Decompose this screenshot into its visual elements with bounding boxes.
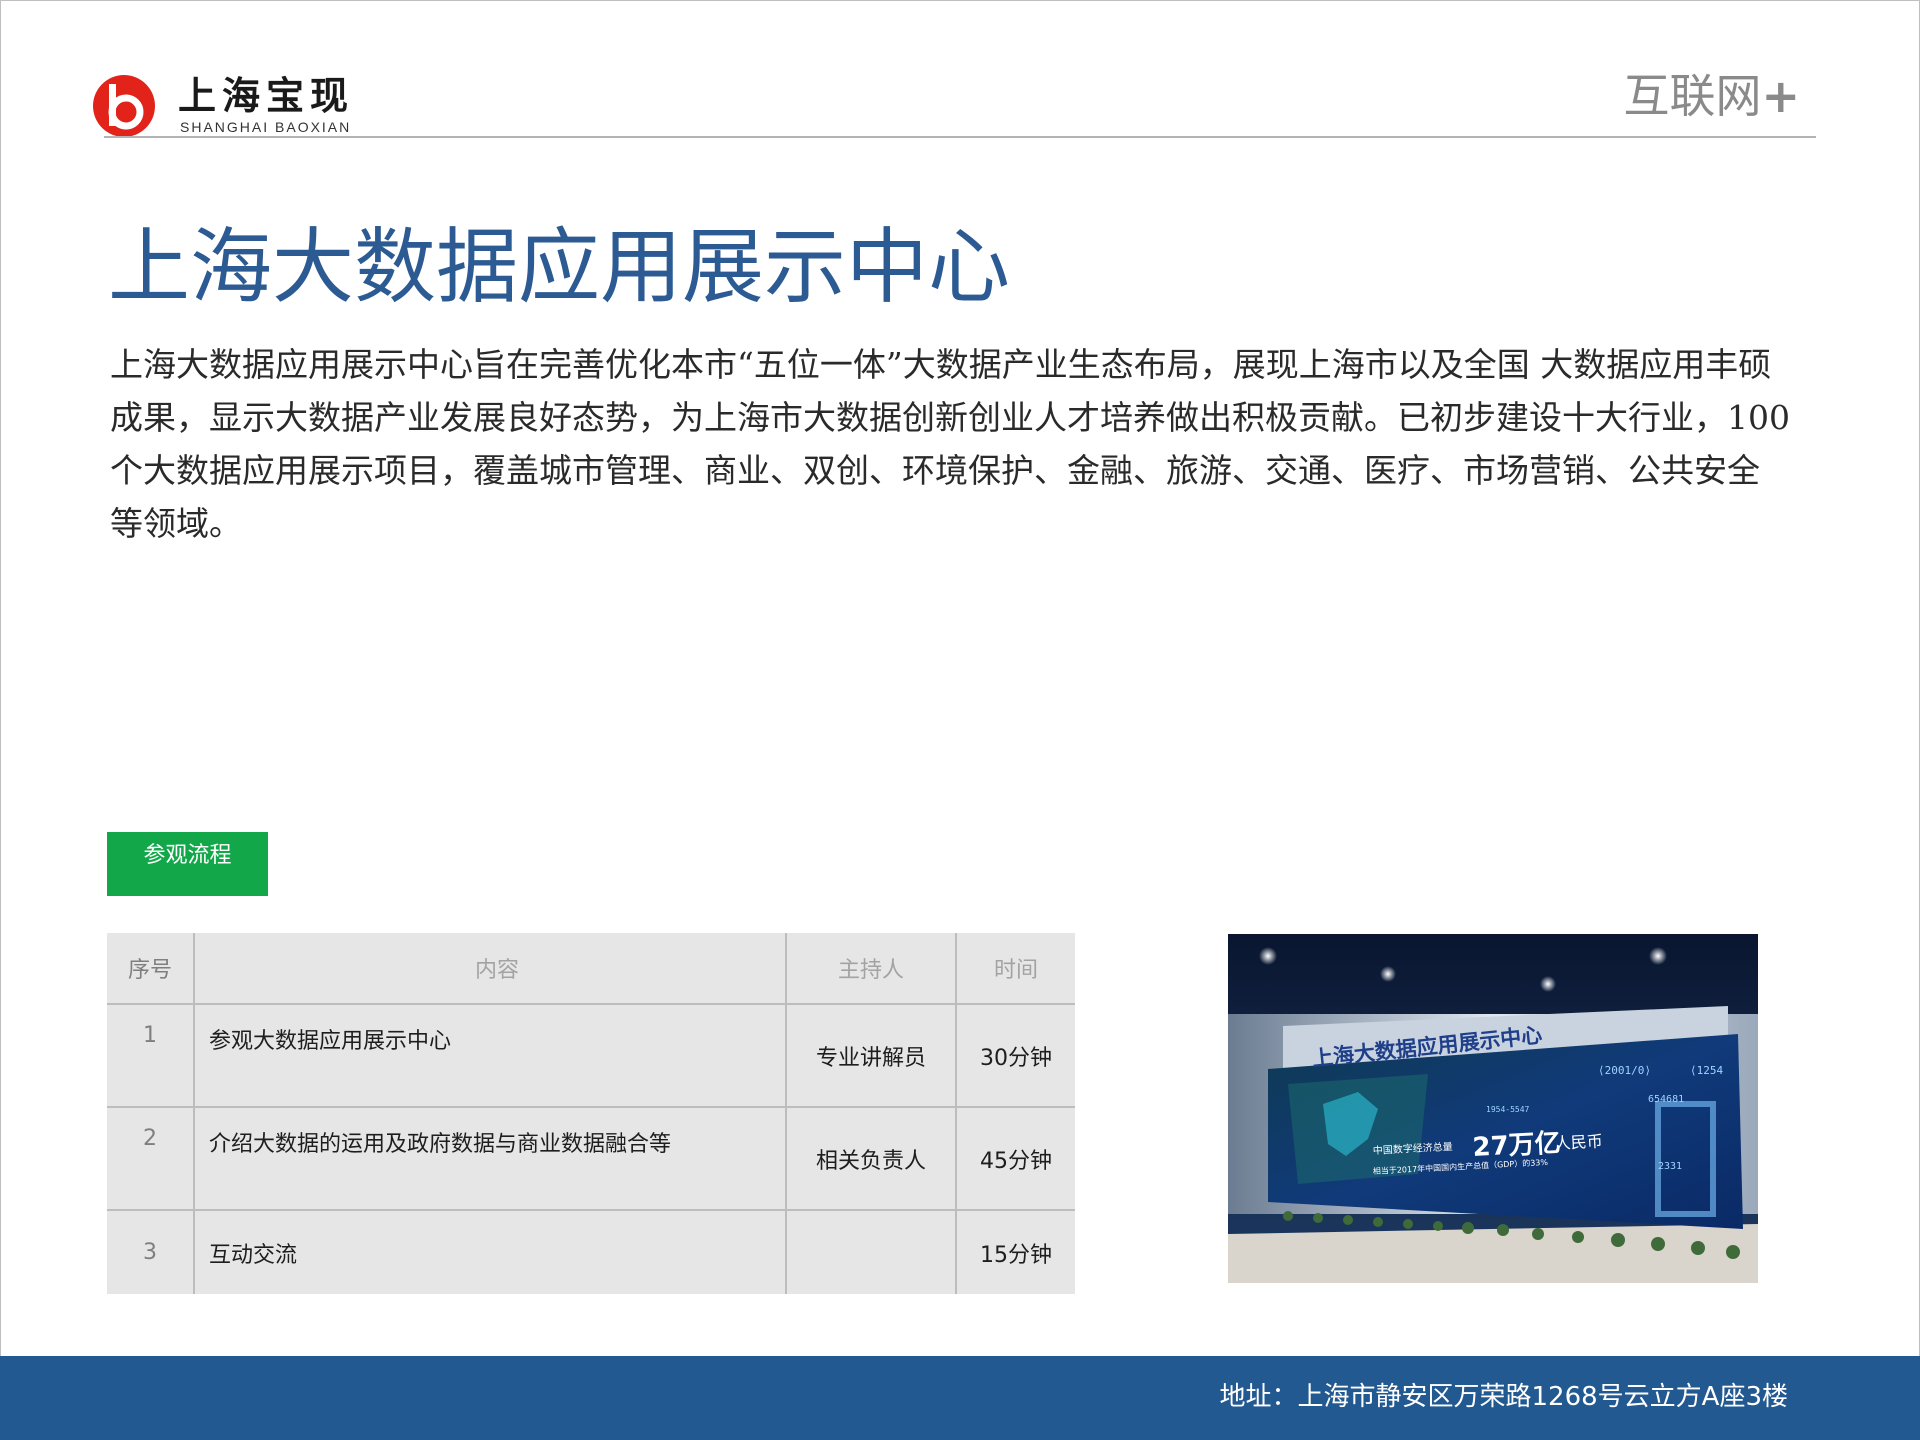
table-row: 2 介绍大数据的运用及政府数据与商业数据融合等 相关负责人 45分钟 — [107, 1106, 1075, 1211]
photo-code-5: 2331 — [1658, 1161, 1682, 1172]
row-content: 介绍大数据的运用及政府数据与商业数据融合等 — [193, 1106, 787, 1211]
photo-code-2: ⟨1254 — [1690, 1064, 1723, 1077]
baoxian-logo-icon — [93, 75, 155, 137]
visit-flow-table: 序号 内容 主持人 时间 1 参观大数据应用展示中心 专业讲解员 30分钟 2 … — [107, 933, 1075, 1294]
plus-icon: + — [1761, 69, 1800, 123]
photo-screen-big: 27万亿 — [1472, 1128, 1562, 1163]
header-tag-text: 互联网 — [1623, 69, 1762, 123]
header-host: 主持人 — [785, 933, 957, 1005]
header-index: 序号 — [107, 933, 195, 1005]
photo-code-1: ⟨2001/0⟩ — [1598, 1064, 1651, 1077]
row-index: 3 — [107, 1209, 195, 1294]
visit-flow-label: 参观流程 — [107, 832, 268, 896]
photo-code-3: 654681 — [1648, 1094, 1684, 1105]
footer-bar: 地址：上海市静安区万荣路1268号云立方A座3楼 — [0, 1356, 1920, 1440]
photo-code-4: 1954-5547 — [1486, 1105, 1530, 1114]
row-host: 相关负责人 — [785, 1106, 957, 1211]
brand-name: 上海宝现 — [178, 74, 355, 118]
row-content: 互动交流 — [193, 1209, 787, 1294]
header-tag: 互联网+ — [1623, 68, 1800, 124]
row-host — [785, 1209, 957, 1294]
brand-name-english: SHANGHAI BAOXIAN — [180, 119, 352, 135]
exhibition-photo: 上海大数据应用展示中心 中国数字经济总量 27万亿 人民币 相当于2017年中国… — [1228, 934, 1758, 1283]
table-row: 1 参观大数据应用展示中心 专业讲解员 30分钟 — [107, 1003, 1075, 1108]
row-host: 专业讲解员 — [785, 1003, 957, 1108]
intro-paragraph: 上海大数据应用展示中心旨在完善优化本市“五位一体”大数据产业生态布局，展现上海市… — [110, 345, 1790, 543]
row-time: 30分钟 — [955, 1003, 1075, 1108]
row-index: 1 — [107, 1003, 195, 1108]
table-header-row: 序号 内容 主持人 时间 — [107, 933, 1075, 1005]
page-title: 上海大数据应用展示中心 — [108, 220, 1011, 315]
photo-screen-unit: 人民币 — [1554, 1132, 1603, 1153]
header-divider — [104, 136, 1816, 138]
footer-address: 地址：上海市静安区万荣路1268号云立方A座3楼 — [1219, 1382, 1789, 1412]
row-time: 15分钟 — [955, 1209, 1075, 1294]
header-content: 内容 — [193, 933, 787, 1005]
row-index: 2 — [107, 1106, 195, 1211]
row-content: 参观大数据应用展示中心 — [193, 1003, 787, 1108]
header-time: 时间 — [955, 933, 1075, 1005]
table-row: 3 互动交流 15分钟 — [107, 1209, 1075, 1294]
row-time: 45分钟 — [955, 1106, 1075, 1211]
